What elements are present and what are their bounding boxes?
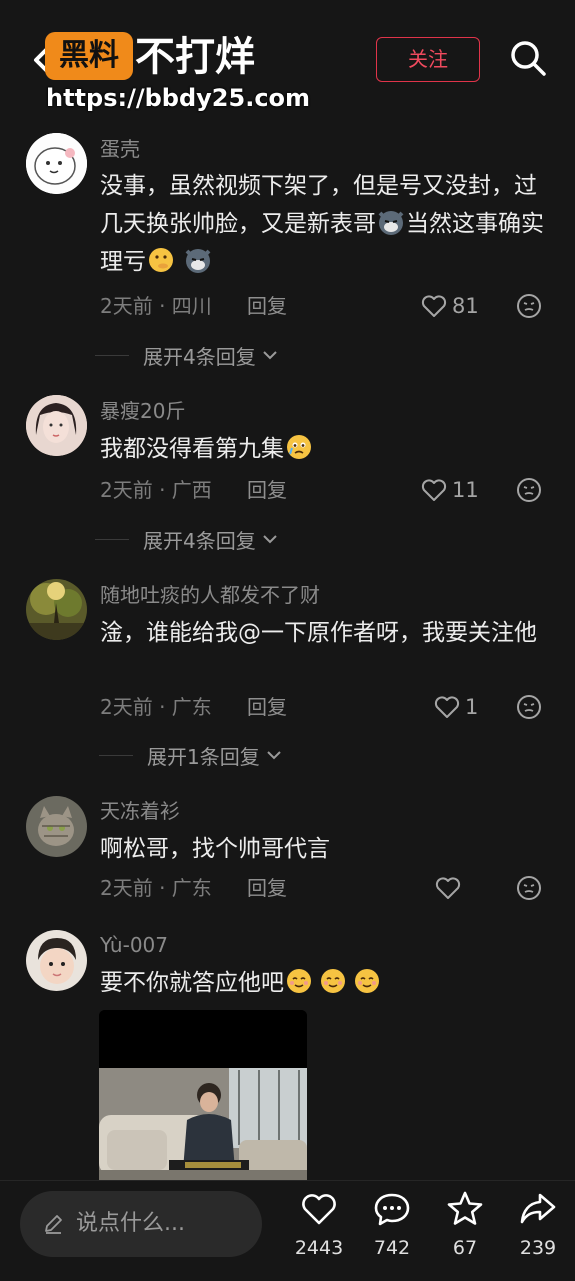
comment-text-part: 我都没得看第九集 (100, 436, 284, 462)
crying-emoji-icon (287, 435, 311, 459)
comment-meta: 2天前 · 广东 (100, 876, 212, 900)
thinking-emoji-icon (149, 248, 173, 272)
pencil-icon (45, 1215, 62, 1234)
comment-text: 淦，谁能给我@一下原作者呀，我要关注他 (100, 620, 537, 646)
comment-text: 我都没得看第九集 (100, 430, 550, 468)
reply-button[interactable]: 回复 (247, 293, 287, 319)
avatar[interactable] (26, 579, 87, 640)
avatar[interactable] (26, 133, 87, 194)
divider (95, 538, 129, 540)
comment-meta: 2天前 · 四川 (100, 294, 212, 318)
favorite-total: 67 (452, 1237, 478, 1259)
comment-input[interactable]: 说点什么... (20, 1191, 262, 1257)
page-title: 不打烊 (135, 34, 255, 80)
wolf-emoji-icon (378, 211, 404, 235)
reply-button[interactable]: 回复 (247, 875, 287, 901)
comment-like-button[interactable]: 81 (420, 291, 479, 321)
heart-icon (435, 877, 461, 899)
like-total: 2443 (294, 1237, 344, 1259)
comment-like-button[interactable] (434, 873, 462, 903)
comment-username[interactable]: 天冻着衫 (100, 798, 180, 824)
comment-username[interactable]: 随地吐痰的人都发不了财 (100, 582, 320, 608)
heart-icon (421, 479, 447, 501)
dislike-face-icon[interactable] (515, 476, 543, 504)
reply-button[interactable]: 回复 (247, 694, 287, 720)
comment-like-button[interactable]: 1 (433, 692, 478, 722)
smiling-emoji-icon (321, 969, 345, 993)
chevron-down-icon (267, 751, 281, 760)
comment-username[interactable]: 蛋壳 (100, 136, 140, 162)
like-count: 11 (452, 478, 479, 502)
comment-username[interactable]: Yù-007 (100, 932, 168, 958)
search-icon[interactable] (508, 38, 548, 78)
divider (99, 754, 133, 756)
heart-icon (302, 1194, 336, 1225)
star-icon (447, 1191, 483, 1225)
expand-replies-button[interactable]: 展开4条回复 (95, 526, 280, 553)
comment-total: 742 (373, 1237, 411, 1259)
comment-like-button[interactable]: 11 (420, 475, 479, 505)
chevron-down-icon (263, 535, 277, 544)
comment-bubble-icon (374, 1193, 410, 1226)
comment-action-button[interactable]: 742 (357, 1189, 427, 1259)
comment-input-placeholder: 说点什么... (76, 1211, 185, 1236)
dislike-face-icon[interactable] (515, 693, 543, 721)
like-action-button[interactable]: 2443 (284, 1189, 354, 1259)
expand-replies-label: 展开4条回复 (143, 344, 256, 369)
expand-replies-label: 展开1条回复 (147, 744, 260, 769)
dislike-face-icon[interactable] (515, 292, 543, 320)
chevron-down-icon (263, 351, 277, 360)
share-total: 239 (519, 1237, 557, 1259)
avatar[interactable] (26, 796, 87, 857)
wolf-emoji-icon (185, 249, 211, 273)
smiling-emoji-icon (355, 969, 379, 993)
comment-text-part: 要不你就答应他吧 (100, 970, 284, 996)
expand-replies-button[interactable]: 展开4条回复 (95, 342, 280, 369)
share-arrow-icon (520, 1193, 556, 1224)
like-count: 1 (465, 695, 479, 719)
expand-replies-label: 展开4条回复 (143, 528, 256, 553)
divider (95, 354, 129, 356)
comment-video-thumbnail[interactable] (99, 1010, 307, 1185)
dislike-face-icon[interactable] (515, 874, 543, 902)
comment-text: 啊松哥，找个帅哥代言 (100, 836, 330, 862)
like-count: 81 (452, 294, 479, 318)
comment-text: 要不你就答应他吧 (100, 964, 550, 1002)
smiling-emoji-icon (287, 969, 311, 993)
comment-meta: 2天前 · 广东 (100, 695, 212, 719)
avatar[interactable] (26, 930, 87, 991)
heart-icon (421, 295, 447, 317)
expand-replies-button[interactable]: 展开1条回复 (99, 742, 284, 769)
heart-icon (434, 696, 460, 718)
share-action-button[interactable]: 239 (503, 1189, 573, 1259)
top-bar: 黑料 不打烊 https://bbdy25.com 关注 (0, 0, 575, 120)
comment-meta: 2天前 · 广西 (100, 478, 212, 502)
logo: 黑料 (45, 32, 133, 80)
comment-username[interactable]: 暴瘦20斤 (100, 398, 185, 424)
favorite-action-button[interactable]: 67 (430, 1189, 500, 1259)
avatar[interactable] (26, 395, 87, 456)
reply-button[interactable]: 回复 (247, 477, 287, 503)
comment-text: 没事，虽然视频下架了，但是号又没封，过几天换张帅脸，又是新表哥 当然这事确实理亏 (100, 167, 550, 281)
watermark-url: https://bbdy25.com (46, 84, 311, 112)
follow-button[interactable]: 关注 (376, 37, 480, 82)
bottom-action-bar: 说点什么... 2443 742 67 239 (0, 1180, 575, 1281)
